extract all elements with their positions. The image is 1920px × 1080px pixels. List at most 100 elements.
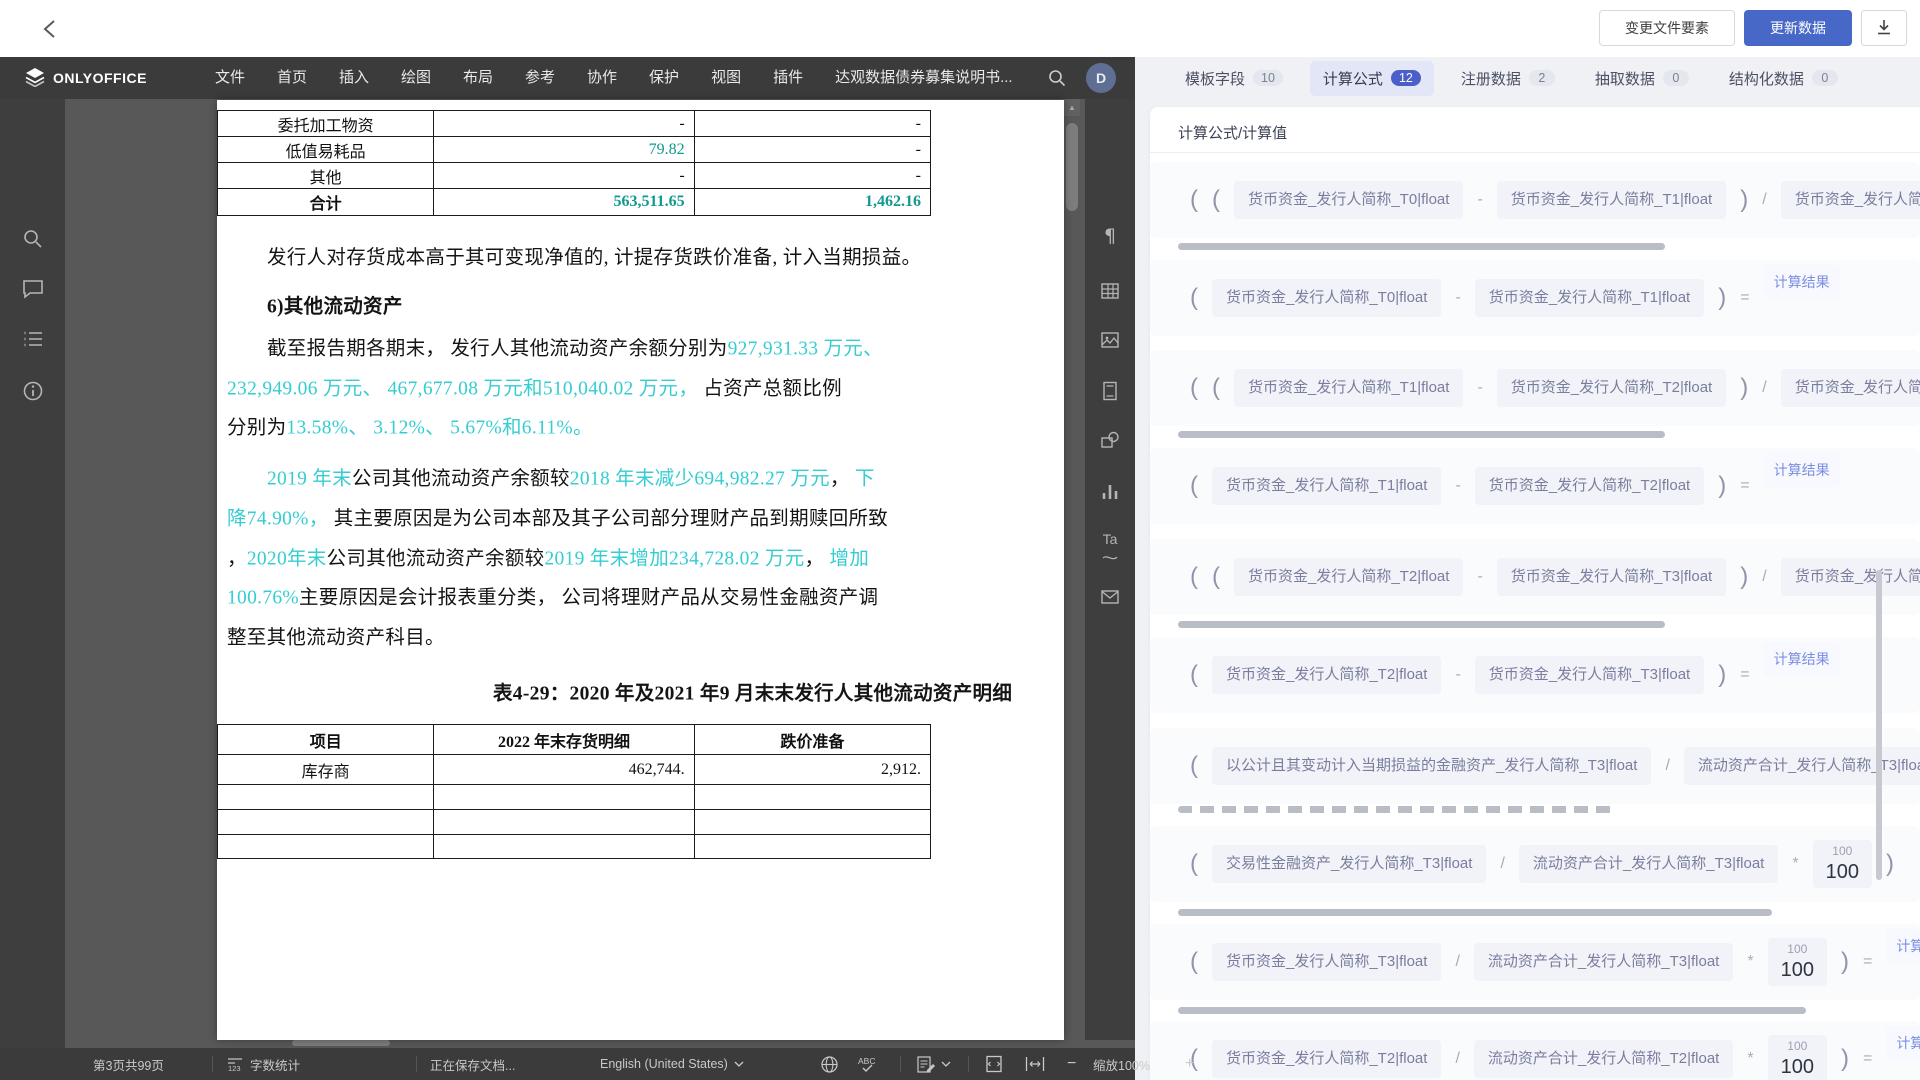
field-pill[interactable]: 货币资金_发行人简称_T1|float <box>1781 181 1920 219</box>
body-text: 整至其他流动资产科目。 <box>227 628 445 649</box>
menu-item[interactable]: 首页 <box>261 57 323 99</box>
field-pill[interactable]: 货币资金_发行人简称_T2|float <box>1234 558 1463 596</box>
paren: ) <box>1841 948 1849 976</box>
operator: - <box>1455 289 1460 307</box>
field-pill[interactable]: 货币资金_发行人简称_T1|float <box>1475 279 1704 317</box>
doc-scroll-up-button[interactable]: ▲ <box>1064 99 1080 116</box>
menu-item[interactable]: 绘图 <box>385 57 447 99</box>
field-pill[interactable]: 货币资金_发行人简称_T2|float <box>1212 1040 1441 1078</box>
field-pill[interactable]: 流动资产合计_发行人简称_T3|float <box>1474 943 1733 981</box>
menu-item[interactable]: 协作 <box>571 57 633 99</box>
field-pill[interactable]: 交易性金融资产_发行人简称_T3|float <box>1212 845 1486 883</box>
word-count-icon[interactable]: 123 <box>226 1048 244 1080</box>
menu-item[interactable]: 插件 <box>757 57 819 99</box>
field-pill[interactable]: 货币资金_发行人简称_T0|float <box>1212 279 1441 317</box>
tab-计算公式[interactable]: 计算公式12 <box>1310 61 1434 96</box>
zoom-in-button[interactable]: + <box>1185 1048 1194 1080</box>
change-file-elements-button[interactable]: 变更文件要素 <box>1599 10 1735 46</box>
body-text: 主要原因是会计报表重分类， 公司将理财产品从交易性金融资产调 <box>299 588 878 609</box>
field-pill[interactable]: 流动资产合计_发行人简称_T3|float <box>1684 747 1920 785</box>
row-horizontal-scrollbar[interactable] <box>1178 1007 1806 1014</box>
field-pill[interactable]: 流动资产合计_发行人简称_T3|float <box>1519 845 1778 883</box>
headerfooter-settings-icon[interactable] <box>1098 380 1122 404</box>
field-pill[interactable]: 货币资金_发行人简称_T3|float <box>1781 558 1920 596</box>
field-pill[interactable]: 货币资金_发行人简称_T3|float <box>1212 943 1441 981</box>
page-count[interactable]: 第3页共99页 <box>93 1048 164 1080</box>
table-cell <box>218 835 434 858</box>
set-language-icon[interactable] <box>820 1048 839 1080</box>
chart-settings-icon[interactable] <box>1098 481 1122 505</box>
document-line: 6)其他流动资产 <box>267 290 403 319</box>
field-pill[interactable]: 货币资金_发行人简称_T2|float <box>1781 369 1920 407</box>
tab-结构化数据[interactable]: 结构化数据0 <box>1716 61 1851 96</box>
constant-pill: 100100 <box>1768 1035 1827 1080</box>
download-button[interactable] <box>1861 10 1907 46</box>
paren: ( <box>1212 374 1220 402</box>
menu-item[interactable]: 插入 <box>323 57 385 99</box>
language-selector[interactable]: English (United States) <box>600 1048 744 1080</box>
tab-count-badge: 0 <box>1812 70 1838 86</box>
spellcheck-icon[interactable]: ABC <box>858 1048 880 1080</box>
menu-item[interactable]: 视图 <box>695 57 757 99</box>
body-text: 公司其他流动资产余额较 <box>327 549 545 570</box>
doc-horizontal-scrollbar[interactable] <box>292 1040 390 1046</box>
panel-tabs: 模板字段10 计算公式12 注册数据2 抽取数据0 结构化数据0 <box>1172 57 1851 99</box>
row-horizontal-scrollbar[interactable] <box>1178 243 1665 250</box>
update-data-button[interactable]: 更新数据 <box>1744 10 1852 46</box>
menu-item[interactable]: 保护 <box>633 57 695 99</box>
field-pill[interactable]: 货币资金_发行人简称_T2|float <box>1475 467 1704 505</box>
zoom-out-button[interactable]: − <box>1067 1048 1076 1080</box>
shape-settings-icon[interactable] <box>1098 429 1122 453</box>
table-row <box>218 810 930 835</box>
doc-vertical-scrollbar[interactable] <box>1066 123 1078 211</box>
paren: ) <box>1718 661 1726 689</box>
field-pill[interactable]: 货币资金_发行人简称_T3|float <box>1475 656 1704 694</box>
field-pill[interactable]: 货币资金_发行人简称_T2|float <box>1212 656 1441 694</box>
row-horizontal-scrollbar[interactable] <box>1178 909 1772 916</box>
about-icon[interactable] <box>21 379 45 403</box>
field-pill[interactable]: 货币资金_发行人简称_T2|float <box>1497 369 1726 407</box>
field-pill[interactable]: 货币资金_发行人简称_T1|float <box>1497 181 1726 219</box>
search-icon[interactable] <box>1046 67 1068 89</box>
textart-settings-icon[interactable]: Ta <box>1098 531 1122 555</box>
row-horizontal-scrollbar[interactable] <box>1178 621 1665 628</box>
field-pill[interactable]: 货币资金_发行人简称_T1|float <box>1234 369 1463 407</box>
tab-注册数据[interactable]: 注册数据2 <box>1448 61 1568 96</box>
image-settings-icon[interactable] <box>1098 329 1122 353</box>
track-changes-icon[interactable] <box>916 1048 951 1080</box>
field-pill[interactable]: 货币资金_发行人简称_T0|float <box>1234 181 1463 219</box>
mailmerge-settings-icon[interactable] <box>1098 586 1122 610</box>
operator: = <box>1740 666 1749 684</box>
table-settings-icon[interactable] <box>1098 280 1122 304</box>
panel-section-title: 计算公式/计算值 <box>1178 122 1287 143</box>
table-cell: - <box>434 111 694 136</box>
find-icon[interactable] <box>21 227 45 251</box>
field-pill[interactable]: 货币资金_发行人简称_T3|float <box>1497 558 1726 596</box>
navigation-icon[interactable] <box>21 327 45 351</box>
word-count-label[interactable]: 字数统计 <box>250 1048 300 1080</box>
panel-vertical-scrollbar[interactable] <box>1876 570 1882 880</box>
field-pill[interactable]: 货币资金_发行人简称_T1|float <box>1212 467 1441 505</box>
operator: / <box>1455 953 1459 971</box>
operator: = <box>1863 953 1872 971</box>
back-icon[interactable] <box>38 16 64 42</box>
menu-item[interactable]: 达观数据债券募集说明书... <box>819 57 1029 99</box>
avatar[interactable]: D <box>1086 63 1116 93</box>
row-horizontal-scrollbar[interactable] <box>1178 806 1612 813</box>
tab-模板字段[interactable]: 模板字段10 <box>1172 61 1296 96</box>
paren: ( <box>1190 563 1198 591</box>
menu-item[interactable]: 参考 <box>509 57 571 99</box>
menu-item[interactable]: 布局 <box>447 57 509 99</box>
tab-抽取数据[interactable]: 抽取数据0 <box>1582 61 1702 96</box>
comments-icon[interactable] <box>21 277 45 301</box>
fit-width-icon[interactable] <box>1024 1048 1046 1080</box>
cell-value: 563,511.65 <box>614 193 685 211</box>
fit-page-icon[interactable] <box>984 1048 1004 1080</box>
menu-item[interactable]: 文件 <box>199 57 261 99</box>
field-pill[interactable]: 以公计且其变动计入当期损益的金融资产_发行人简称_T3|float <box>1212 747 1651 785</box>
field-pill[interactable]: 流动资产合计_发行人简称_T2|float <box>1474 1040 1733 1078</box>
highlighted-text: 232,949.06 万元、 467,677.08 万元和510,040.02 … <box>227 379 698 400</box>
row-horizontal-scrollbar[interactable] <box>1178 431 1665 438</box>
paragraph-settings-icon[interactable]: ¶ <box>1098 225 1122 249</box>
paren: ) <box>1718 472 1726 500</box>
